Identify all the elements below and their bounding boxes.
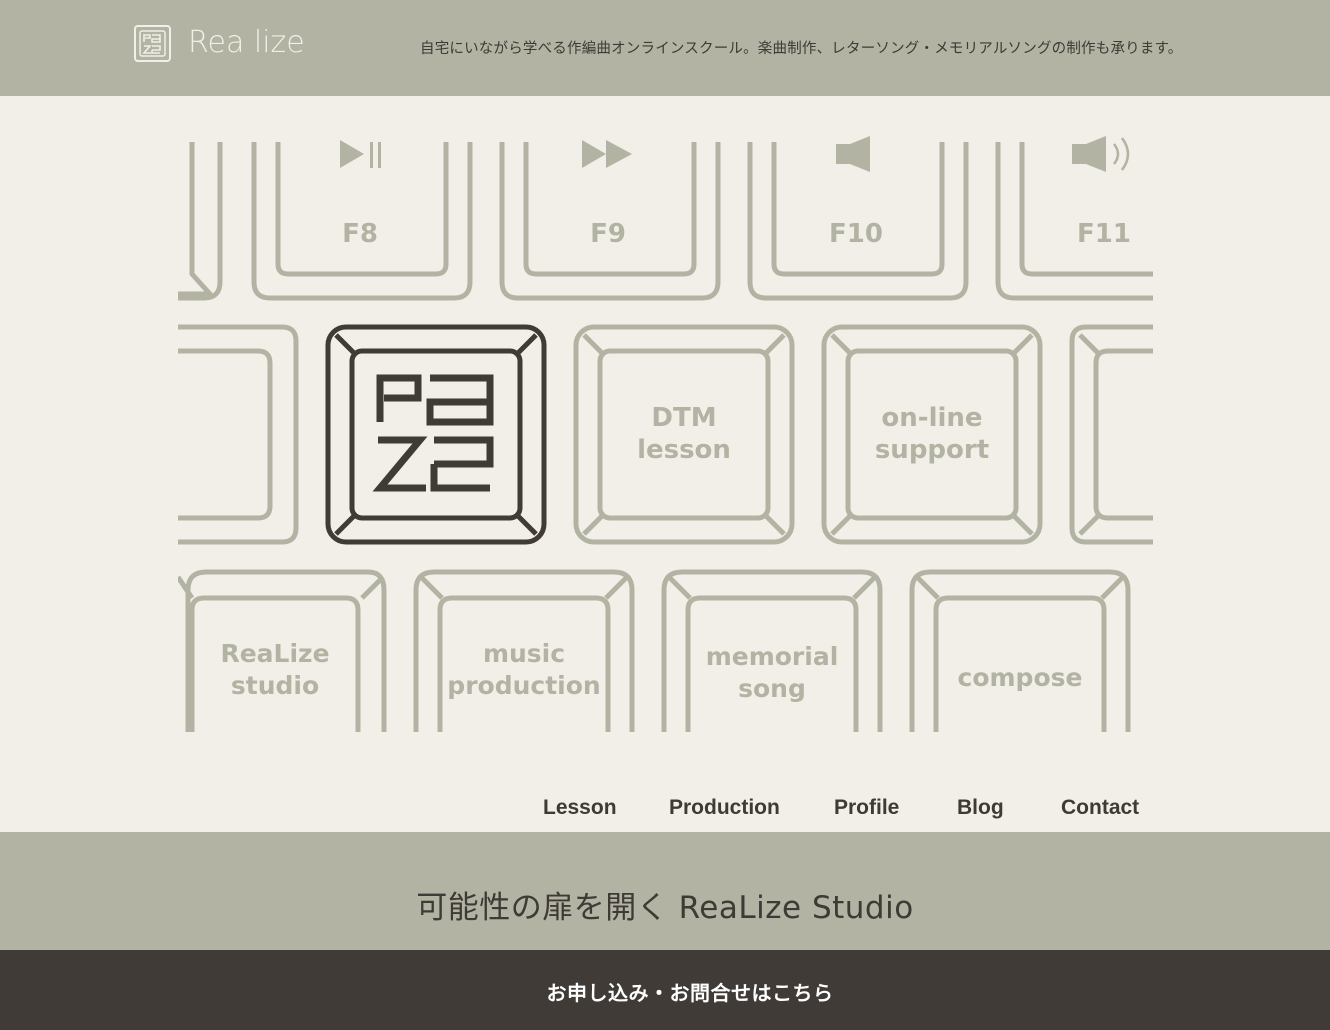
keyboard-illustration: F8 F9 F10 F11 DTM lesson on-line support… [178,136,1153,732]
play-pause-icon [340,140,364,168]
nav-lesson[interactable]: Lesson [543,796,617,820]
memorial-key-label-line1: memorial [706,642,839,671]
online-key-label-line2: support [875,435,989,465]
f10-key-label: F10 [829,219,883,249]
studio-key-label-line2: studio [231,671,319,700]
main-nav: Lesson Production Profile Blog Contact [0,790,1330,832]
production-key-label-line2: production [447,671,600,700]
nav-blog[interactable]: Blog [957,796,1004,820]
compose-key-label: compose [958,663,1083,692]
title-band: 可能性の扉を開く ReaLize Studio [0,832,1330,950]
f8-key-label: F8 [342,219,378,249]
dtm-key-label-line1: DTM [651,403,716,433]
contact-cta-label: お申し込み・お問合せはこちら [546,981,834,1005]
f9-key-label: F9 [590,219,626,249]
dtm-key-label-line2: lesson [637,435,731,465]
site-logo[interactable]: Rea lize [133,22,305,66]
memorial-key-label-line2: song [738,674,806,703]
fast-forward-icon [582,140,632,168]
production-key-label-line1: music [483,639,565,668]
keyboard-hero-illustration: F8 F9 F10 F11 DTM lesson on-line support… [178,132,1153,732]
online-key-label-line1: on-line [881,403,982,433]
realize-logo-icon: Rea lize [134,25,305,62]
brand-name: Rea lize [188,25,305,60]
f11-key-label: F11 [1077,219,1131,249]
page-title: 可能性の扉を開く ReaLize Studio [416,890,914,926]
studio-key-label-line1: ReaLize [220,639,329,668]
mute-icon [836,136,870,172]
nav-contact[interactable]: Contact [1061,796,1139,820]
nav-production[interactable]: Production [669,796,780,820]
site-header: Rea lize 自宅にいながら学べる作編曲オンラインスクール。楽曲制作、レター… [0,0,1330,96]
volume-icon [1072,136,1106,172]
nav-profile[interactable]: Profile [834,796,899,820]
realize-key-icon [325,324,547,545]
site-tagline: 自宅にいながら学べる作編曲オンラインスクール。楽曲制作、レターソング・メモリアル… [420,41,1183,57]
contact-cta-button[interactable]: お申し込み・お問合せはこちら [0,950,1330,1030]
